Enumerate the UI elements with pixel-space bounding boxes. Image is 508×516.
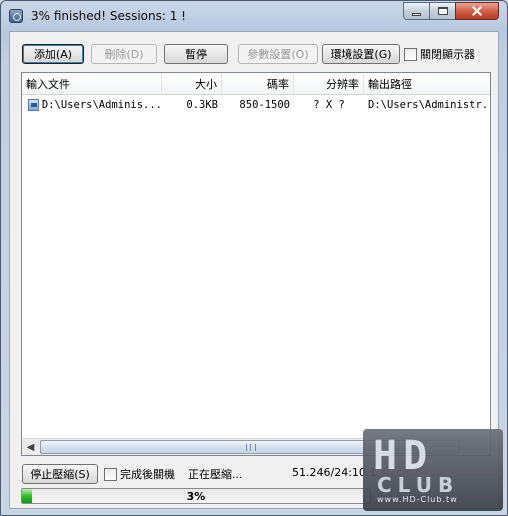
cell-size: 0.3KB bbox=[186, 99, 218, 111]
list-header: 輸入文件 大小 碼率 分辨率 輸出路徑 bbox=[22, 73, 490, 95]
delete-button[interactable]: 刪除(D) bbox=[91, 44, 157, 64]
close-display-label: 關閉顯示器 bbox=[420, 48, 475, 61]
env-settings-button[interactable]: 環境設置(G) bbox=[322, 44, 400, 64]
shutdown-label: 完成後關機 bbox=[120, 468, 175, 481]
title-bar[interactable]: 3% finished! Sessions: 1 ! bbox=[1, 1, 507, 31]
window-title: 3% finished! Sessions: 1 ! bbox=[31, 9, 186, 23]
column-bitrate[interactable]: 碼率 bbox=[222, 73, 294, 95]
params-settings-button[interactable]: 參數設置(O) bbox=[238, 44, 318, 64]
add-button[interactable]: 添加(A) bbox=[22, 44, 84, 64]
chevron-left-icon: ◀ bbox=[26, 442, 35, 453]
scroll-left-button[interactable]: ◀ bbox=[22, 439, 39, 455]
video-file-icon bbox=[28, 99, 39, 111]
toolbar: 添加(A) 刪除(D) 暫停 參數設置(O) 環境設置(G) 關閉顯示器 bbox=[10, 32, 498, 68]
close-display-checkbox[interactable] bbox=[404, 47, 417, 61]
column-resolution[interactable]: 分辨率 bbox=[294, 73, 364, 95]
minimize-icon bbox=[412, 12, 421, 16]
cell-output: D:\Users\Administr... bbox=[368, 99, 490, 111]
list-item[interactable]: D:\Users\Adminis... 0.3KB 850-1500 ? X ?… bbox=[22, 96, 490, 114]
progress-bar: 3% bbox=[21, 488, 371, 504]
cell-resolution: ? X ? bbox=[313, 99, 345, 111]
watermark-url-text: www.HD-Club.tw bbox=[377, 495, 458, 504]
stop-compress-button[interactable]: 停止壓縮(S) bbox=[22, 464, 98, 484]
hd-club-watermark: HD CLUB www.HD-Club.tw bbox=[363, 429, 503, 511]
pause-button[interactable]: 暫停 bbox=[164, 44, 228, 64]
app-window: 3% finished! Sessions: 1 ! 添加(A) 刪除(D) 暫… bbox=[0, 0, 508, 516]
progress-text: 3% bbox=[186, 489, 206, 503]
cell-input: D:\Users\Adminis... bbox=[28, 96, 162, 114]
minimize-button[interactable] bbox=[403, 2, 429, 20]
status-state: 正在壓縮... bbox=[188, 468, 243, 481]
grip-icon bbox=[246, 444, 256, 451]
input-path-text: D:\Users\Adminis... bbox=[41, 99, 162, 111]
maximize-icon bbox=[437, 7, 448, 15]
column-output-path[interactable]: 輸出路徑 bbox=[364, 73, 490, 95]
close-icon bbox=[471, 6, 483, 16]
shutdown-checkbox[interactable] bbox=[104, 467, 117, 481]
close-button[interactable] bbox=[455, 2, 499, 20]
watermark-club-text: CLUB bbox=[377, 473, 460, 497]
file-list[interactable]: 輸入文件 大小 碼率 分辨率 輸出路徑 D:\Users\Adminis... … bbox=[21, 72, 491, 456]
column-size[interactable]: 大小 bbox=[162, 73, 222, 95]
app-icon[interactable] bbox=[9, 9, 23, 23]
maximize-button[interactable] bbox=[429, 2, 455, 20]
cell-bitrate: 850-1500 bbox=[239, 99, 290, 111]
column-input-file[interactable]: 輸入文件 bbox=[22, 73, 162, 95]
close-display-option: 關閉顯示器 bbox=[404, 46, 475, 62]
shutdown-option: 完成後關機 bbox=[104, 466, 175, 482]
caption-buttons bbox=[403, 2, 499, 20]
